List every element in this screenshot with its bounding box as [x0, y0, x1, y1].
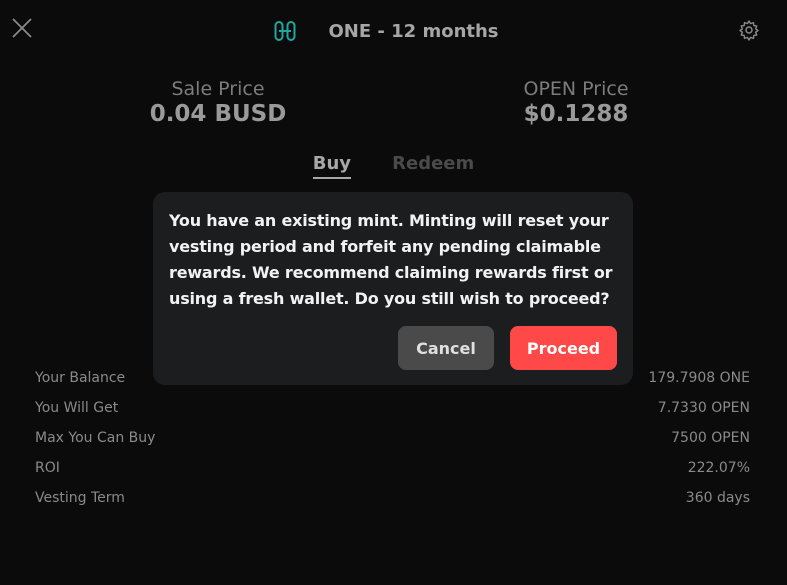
- open-price-label: OPEN Price: [523, 78, 629, 100]
- info-value: 7500 OPEN: [671, 430, 750, 446]
- open-price-value: $0.1288: [523, 101, 629, 127]
- sale-price-label: Sale Price: [171, 78, 265, 100]
- info-label: Max You Can Buy: [35, 430, 156, 446]
- dialog-actions: Cancel Proceed: [398, 326, 617, 370]
- open-price-block: OPEN Price $0.1288: [456, 78, 696, 127]
- info-value: 222.07%: [687, 460, 750, 476]
- tab-buy[interactable]: Buy: [312, 153, 352, 179]
- info-row-will-get: You Will Get 7.7330 OPEN: [35, 393, 750, 423]
- page-title: ONE - 12 months: [328, 20, 499, 42]
- info-label: Vesting Term: [35, 490, 125, 506]
- sale-price-value: 0.04 BUSD: [149, 101, 287, 127]
- dialog-message: You have an existing mint. Minting will …: [169, 211, 613, 308]
- info-label: You Will Get: [35, 400, 119, 416]
- confirm-dialog: You have an existing mint. Minting will …: [153, 192, 633, 385]
- proceed-button[interactable]: Proceed: [510, 326, 617, 370]
- info-row-vesting: Vesting Term 360 days: [35, 483, 750, 513]
- tab-redeem[interactable]: Redeem: [392, 153, 474, 177]
- header: ONE - 12 months: [0, 18, 787, 44]
- harmony-one-icon: [274, 20, 296, 42]
- info-value: 360 days: [685, 490, 750, 506]
- info-row-roi: ROI 222.07%: [35, 453, 750, 483]
- gear-icon[interactable]: [738, 19, 760, 41]
- info-value: 7.7330 OPEN: [657, 400, 750, 416]
- info-row-max-buy: Max You Can Buy 7500 OPEN: [35, 423, 750, 453]
- sale-price-block: Sale Price 0.04 BUSD: [98, 78, 338, 127]
- info-list: Your Balance 179.7908 ONE You Will Get 7…: [35, 363, 750, 513]
- tab-bar: Buy Redeem: [0, 153, 787, 179]
- info-label: ROI: [35, 460, 60, 476]
- info-value: 179.7908 ONE: [648, 370, 750, 386]
- cancel-button[interactable]: Cancel: [398, 326, 494, 370]
- info-label: Your Balance: [35, 370, 126, 386]
